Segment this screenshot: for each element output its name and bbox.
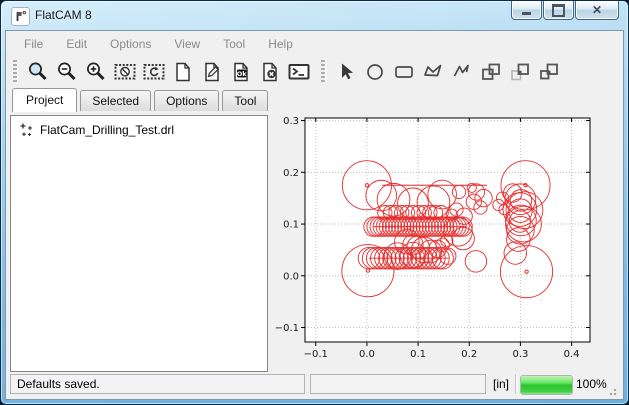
- clear-plot-icon: [113, 60, 137, 84]
- close-button[interactable]: ✕: [575, 1, 619, 20]
- union-button[interactable]: [476, 58, 505, 86]
- tab-options[interactable]: Options: [154, 90, 219, 111]
- zoom-fit-icon: [26, 60, 50, 84]
- svg-text:0.2: 0.2: [283, 168, 299, 179]
- svg-text:0.1: 0.1: [410, 349, 426, 360]
- draw-circle-icon: [363, 60, 387, 84]
- plot-canvas[interactable]: −0.1 0.0 0.1 0.2 0.3 0.4 −0.1 0.0 0.1 0.2 0.3: [268, 97, 624, 370]
- svg-text:Ok: Ok: [236, 69, 247, 77]
- status-aux-box: [310, 374, 486, 394]
- svg-text:0.3: 0.3: [512, 349, 528, 360]
- pointer-button[interactable]: [331, 58, 360, 86]
- draw-rectangle-icon: [392, 60, 416, 84]
- title-bar[interactable]: FlatCAM 8 ✕: [1, 1, 628, 30]
- zoom-in-button[interactable]: [81, 58, 110, 86]
- maximize-icon: [552, 4, 565, 17]
- tab-selected[interactable]: Selected: [80, 90, 151, 111]
- apply-ok-icon: Ok: [229, 60, 253, 84]
- svg-text:0.0: 0.0: [283, 271, 299, 282]
- menu-item-options[interactable]: Options: [100, 35, 161, 53]
- drill-plot: −0.1 0.0 0.1 0.2 0.3 0.4 −0.1 0.0 0.1 0.2 0.3: [268, 97, 624, 370]
- draw-polygon-icon: [421, 60, 445, 84]
- zoom-out-icon: [55, 60, 79, 84]
- edit-file-button[interactable]: [197, 58, 226, 86]
- pointer-icon: [334, 60, 358, 84]
- close-icon: ✕: [592, 4, 602, 16]
- flatcam-logo-icon: [11, 7, 30, 26]
- cancel-edit-button[interactable]: [255, 58, 284, 86]
- window-controls: ✕: [510, 1, 619, 20]
- edit-file-icon: [200, 60, 224, 84]
- draw-polyline-icon: [450, 60, 474, 84]
- screen: FlatCAM 8 ✕ FileEditOptionsViewToolHelp: [0, 0, 629, 405]
- toolbar-grip[interactable]: [13, 60, 18, 84]
- status-bar: Defaults saved. [in] 100%: [10, 371, 619, 397]
- menu-item-file[interactable]: File: [14, 35, 53, 53]
- progress-bar: [520, 375, 573, 395]
- units-label: [in]: [493, 377, 509, 391]
- status-message: Defaults saved.: [17, 377, 100, 391]
- clear-plot-button[interactable]: [110, 58, 139, 86]
- svg-text:0.2: 0.2: [461, 349, 477, 360]
- draw-polyline-button[interactable]: [447, 58, 476, 86]
- menu-item-tool[interactable]: Tool: [213, 35, 255, 53]
- toolbar: Ok: [6, 55, 623, 88]
- zoom-fit-button[interactable]: [23, 58, 52, 86]
- menu-bar: FileEditOptionsViewToolHelp: [6, 31, 623, 55]
- progress-fill: [521, 376, 572, 394]
- svg-text:0.1: 0.1: [283, 220, 299, 231]
- app-window: FlatCAM 8 ✕ FileEditOptionsViewToolHelp: [0, 0, 629, 405]
- menu-item-help[interactable]: Help: [258, 35, 303, 53]
- svg-text:−0.1: −0.1: [275, 323, 299, 334]
- zoom-in-icon: [84, 60, 108, 84]
- command-shell-icon: [287, 60, 311, 84]
- minimize-icon: [522, 12, 531, 15]
- project-panel[interactable]: FlatCam_Drilling_Test.drl: [10, 115, 268, 372]
- replot-icon: [142, 60, 166, 84]
- draw-rectangle-button[interactable]: [389, 58, 418, 86]
- new-file-button[interactable]: [168, 58, 197, 86]
- subtract-icon: [508, 60, 532, 84]
- replot-button[interactable]: [139, 58, 168, 86]
- status-message-box: Defaults saved.: [10, 374, 305, 394]
- tab-tool[interactable]: Tool: [222, 90, 268, 111]
- new-file-icon: [171, 60, 195, 84]
- progress-percent-label: 100%: [576, 377, 607, 391]
- zoom-out-button[interactable]: [52, 58, 81, 86]
- menu-item-view[interactable]: View: [164, 35, 210, 53]
- intersect-icon: [537, 60, 561, 84]
- drill-icon: [19, 122, 34, 137]
- tree-item[interactable]: FlatCam_Drilling_Test.drl: [11, 116, 267, 137]
- svg-text:−0.1: −0.1: [304, 349, 328, 360]
- cancel-edit-icon: [258, 60, 282, 84]
- union-icon: [479, 60, 503, 84]
- toolbar-grip-2[interactable]: [321, 60, 326, 84]
- draw-circle-button[interactable]: [360, 58, 389, 86]
- svg-text:0.0: 0.0: [359, 349, 375, 360]
- resize-grip-icon[interactable]: [607, 386, 617, 396]
- maximize-button[interactable]: [543, 1, 574, 20]
- draw-polygon-button[interactable]: [418, 58, 447, 86]
- minimize-button[interactable]: [511, 1, 542, 20]
- menu-item-edit[interactable]: Edit: [56, 35, 97, 53]
- command-shell-button[interactable]: [284, 58, 313, 86]
- apply-ok-button[interactable]: Ok: [226, 58, 255, 86]
- client-area: FileEditOptionsViewToolHelp: [5, 30, 624, 400]
- svg-text:0.4: 0.4: [564, 349, 580, 360]
- subtract-button[interactable]: [505, 58, 534, 86]
- svg-text:0.3: 0.3: [283, 116, 299, 127]
- status-separator: [515, 374, 516, 394]
- intersect-button[interactable]: [534, 58, 563, 86]
- window-title: FlatCAM 8: [35, 8, 92, 22]
- tree-item-label: FlatCam_Drilling_Test.drl: [40, 123, 174, 137]
- tab-project[interactable]: Project: [12, 88, 77, 112]
